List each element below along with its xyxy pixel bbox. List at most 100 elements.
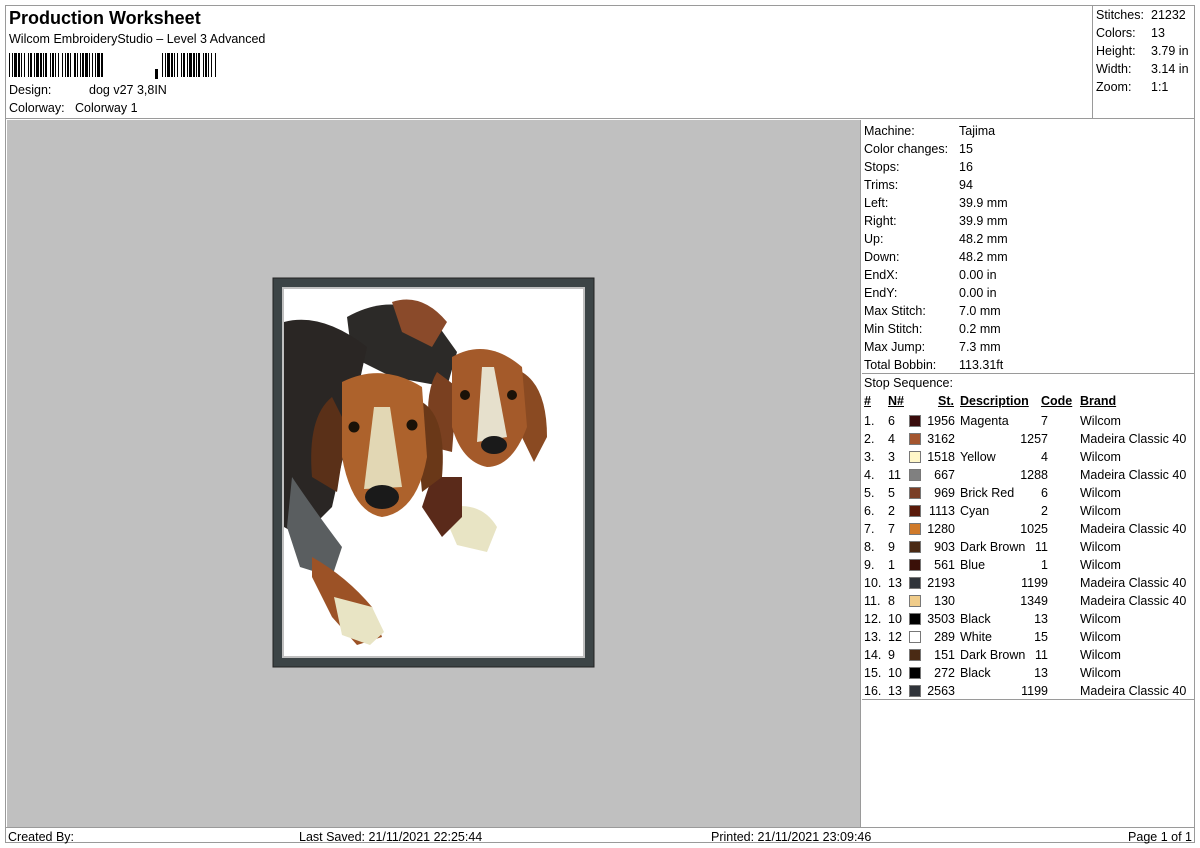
- stop-row: 2. 4 3162 1257 Madeira Classic 40: [862, 430, 1195, 448]
- machine-row: Max Jump: 7.3 mm: [864, 338, 1001, 356]
- machine-value: Tajima: [959, 124, 996, 138]
- summary-panel: Stitches: 21232 Colors: 13 Height: 3.79 in …: [1092, 6, 1195, 119]
- machine-value: 0.00 in: [959, 268, 997, 282]
- machine-value: 94: [959, 178, 973, 192]
- barcode-bar: [183, 53, 185, 77]
- barcode-bar: [165, 53, 166, 77]
- barcode-bar: [92, 53, 93, 77]
- machine-label: Down:: [864, 250, 900, 264]
- embroidery-design-image: [272, 277, 595, 668]
- barcode-bar: [45, 53, 47, 77]
- thread-code: 11: [1035, 540, 1048, 554]
- page-number: Page 1 of 1: [1128, 830, 1192, 844]
- divider: [862, 373, 1195, 374]
- barcode-bar: [82, 53, 84, 77]
- needle-number: 6: [888, 414, 895, 428]
- machine-row: Right: 39.9 mm: [864, 212, 1008, 230]
- barcode-bar: [196, 53, 197, 77]
- barcode-bar: [198, 53, 200, 77]
- barcode-bar: [55, 53, 56, 77]
- design-preview[interactable]: [7, 120, 861, 827]
- barcode-bar: [58, 53, 59, 77]
- summary-value: 3.79 in: [1151, 44, 1189, 58]
- color-swatch: [909, 541, 921, 553]
- barcode-bar: [211, 53, 212, 77]
- barcode-bar: [36, 53, 39, 77]
- colorway-value: Colorway 1: [75, 101, 138, 115]
- machine-label: Max Stitch:: [864, 304, 926, 318]
- barcode-bar: [50, 53, 51, 77]
- stitch-count: 3162: [927, 432, 955, 446]
- stop-row: 11. 8 130 1349 Madeira Classic 40: [862, 592, 1195, 610]
- thread-brand: Madeira Classic 40: [1080, 468, 1187, 482]
- barcode-bar: [12, 53, 13, 77]
- thread-brand: Madeira Classic 40: [1080, 594, 1187, 608]
- barcode-bar: [30, 53, 32, 77]
- stitch-count: 1956: [927, 414, 955, 428]
- design-label: Design:: [9, 83, 52, 97]
- barcode-bar: [205, 53, 207, 77]
- info-panel: Machine: Tajima Color changes: 15 Stops: 16 Tr…: [862, 119, 1195, 827]
- back-dog-eye-right: [507, 390, 517, 400]
- barcode-bar: [34, 53, 35, 77]
- stitch-count: 3503: [927, 612, 955, 626]
- col-header-code: Code: [1041, 394, 1073, 408]
- barcode-bar: [89, 53, 90, 77]
- color-swatch: [909, 505, 921, 517]
- stop-index: 7.: [864, 522, 875, 536]
- needle-number: 10: [888, 612, 902, 626]
- needle-number: 4: [888, 432, 895, 446]
- col-header-index: #: [864, 394, 871, 408]
- thread-brand: Wilcom: [1080, 558, 1121, 572]
- thread-brand: Madeira Classic 40: [1080, 576, 1187, 590]
- machine-label: Max Jump:: [864, 340, 926, 354]
- stitch-count: 289: [934, 630, 955, 644]
- stop-row: 13. 12 289 White 15 Wilcom: [862, 628, 1195, 646]
- stop-row: 14. 9 151 Dark Brown 11 Wilcom: [862, 646, 1195, 664]
- machine-value: 48.2 mm: [959, 250, 1008, 264]
- stop-index: 8.: [864, 540, 875, 554]
- divider: [862, 699, 1195, 700]
- barcode-bar: [21, 53, 22, 77]
- summary-label: Width:: [1096, 62, 1132, 76]
- col-header-brand: Brand: [1080, 394, 1117, 408]
- barcode-bar: [189, 53, 192, 77]
- barcode-bar: [67, 53, 69, 77]
- front-dog-eye-left: [348, 421, 360, 433]
- stop-row: 3. 3 1518 Yellow 4 Wilcom: [862, 448, 1195, 466]
- color-swatch: [909, 613, 921, 625]
- machine-row: Left: 39.9 mm: [864, 194, 1008, 212]
- thread-code: 1199: [1021, 576, 1048, 590]
- needle-number: 10: [888, 666, 902, 680]
- stitch-count: 151: [934, 648, 955, 662]
- thread-code: 11: [1035, 648, 1048, 662]
- barcode-bar: [215, 53, 216, 77]
- thread-code: 1257: [1020, 432, 1048, 446]
- color-description: Magenta: [960, 414, 1009, 428]
- stop-index: 5.: [864, 486, 875, 500]
- thread-code: 1: [1041, 558, 1048, 572]
- stop-row: 5. 5 969 Brick Red 6 Wilcom: [862, 484, 1195, 502]
- color-description: Black: [960, 612, 991, 626]
- worksheet-header: Production Worksheet Wilcom EmbroiderySt…: [6, 6, 1092, 119]
- thread-code: 1199: [1021, 684, 1048, 698]
- machine-row: Machine: Tajima: [864, 122, 995, 140]
- summary-value: 21232: [1151, 8, 1186, 22]
- stitch-count: 2563: [927, 684, 955, 698]
- machine-row: Stops: 16: [864, 158, 973, 176]
- software-subtitle: Wilcom EmbroideryStudio – Level 3 Advanc…: [9, 32, 266, 46]
- barcode-bar: [177, 53, 178, 77]
- barcode-bar: [52, 53, 54, 77]
- stitch-count: 903: [934, 540, 955, 554]
- needle-number: 2: [888, 504, 895, 518]
- back-dog-eye-left: [460, 390, 470, 400]
- needle-number: 3: [888, 450, 895, 464]
- design-row: Design: dog v27 3,8IN: [9, 83, 167, 97]
- color-description: Black: [960, 666, 991, 680]
- needle-number: 9: [888, 648, 895, 662]
- needle-number: 13: [888, 576, 902, 590]
- machine-value: 48.2 mm: [959, 232, 1008, 246]
- machine-label: Machine:: [864, 124, 915, 138]
- barcode-bar: [203, 53, 204, 77]
- col-header-description: Description: [960, 394, 1029, 408]
